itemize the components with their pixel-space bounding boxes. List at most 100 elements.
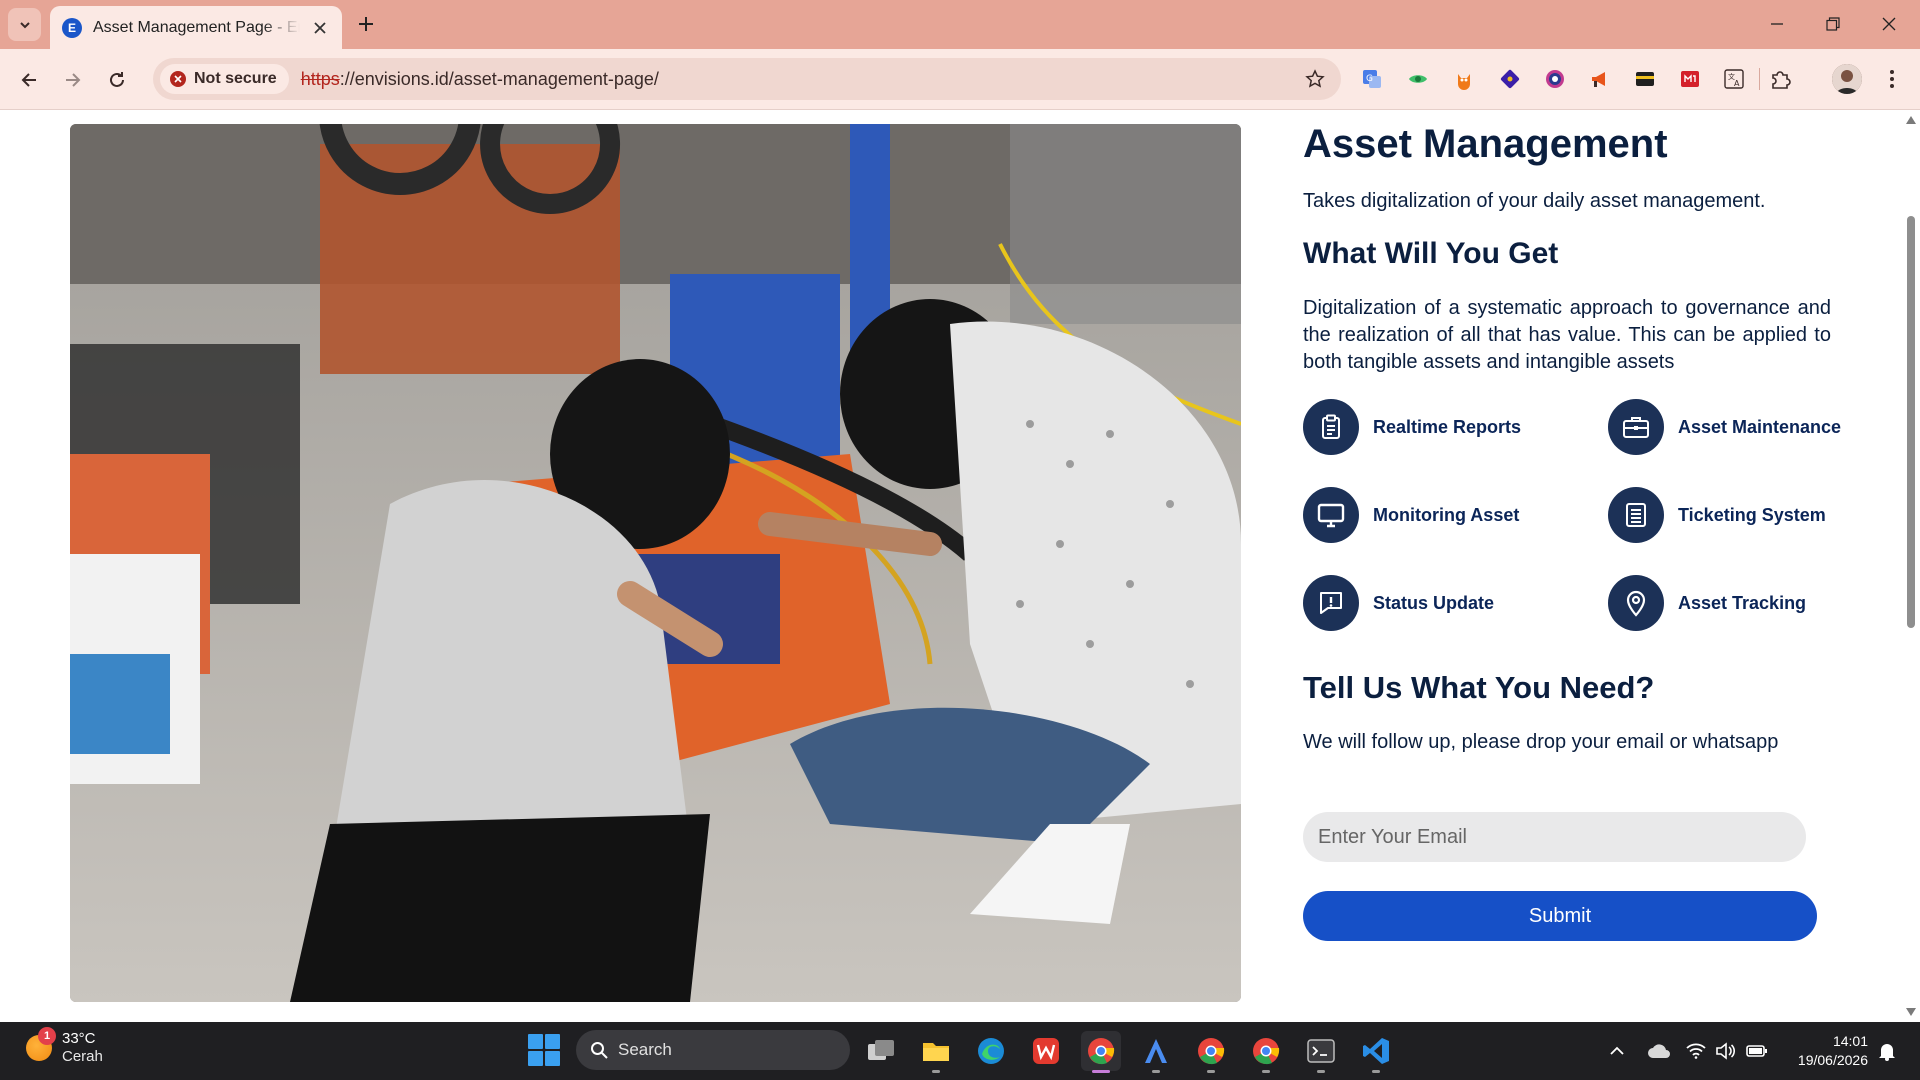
chevron-down-icon [19, 21, 30, 28]
translate-page-icon[interactable]: 文A [1720, 65, 1748, 93]
editor-taskbar-button[interactable] [1136, 1031, 1176, 1073]
page-viewport: Asset Management Takes digitalization of… [0, 110, 1920, 1022]
more-vertical-icon [1890, 70, 1894, 88]
page-lead: Takes digitalization of your daily asset… [1303, 190, 1766, 212]
reload-button[interactable] [100, 63, 134, 97]
browser-tab-bar: E Asset Management Page - Envisions [0, 0, 1920, 49]
extensions-puzzle-icon[interactable] [1766, 65, 1794, 93]
windows-taskbar: 1 33°C Cerah Search 14:01 19/06/2026 [0, 1022, 1920, 1080]
browser-tab-active[interactable]: E Asset Management Page - Envisions [50, 6, 342, 49]
notifications-bell-icon[interactable] [1876, 1040, 1898, 1062]
svg-text:A: A [1734, 79, 1740, 88]
message-alert-icon [1303, 575, 1359, 631]
reader-extension-icon[interactable] [1676, 65, 1704, 93]
scroll-down-arrow-icon[interactable] [1905, 1006, 1917, 1018]
feature-label: Ticketing System [1678, 504, 1826, 525]
weather-widget[interactable]: 1 33°C Cerah [26, 1027, 103, 1066]
address-bar[interactable]: Not secure https://envisions.id/asset-ma… [153, 58, 1341, 100]
task-view-button[interactable] [861, 1031, 901, 1071]
cta-text: We will follow up, please drop your emai… [1303, 731, 1779, 753]
star-icon [1305, 69, 1325, 88]
submit-button[interactable]: Submit [1303, 891, 1817, 941]
eye-extension-icon[interactable] [1404, 65, 1432, 93]
onedrive-tray-icon[interactable] [1646, 1040, 1672, 1062]
terminal-taskbar-button[interactable] [1301, 1031, 1341, 1073]
site-favicon-icon: E [62, 17, 82, 38]
megaphone-extension-icon[interactable] [1586, 65, 1614, 93]
chrome-icon [1088, 1038, 1115, 1065]
profile-avatar[interactable] [1832, 64, 1862, 94]
scroll-up-arrow-icon[interactable] [1905, 114, 1917, 126]
feature-ticketing-system: Ticketing System [1608, 487, 1826, 543]
feature-label: Realtime Reports [1373, 416, 1522, 437]
minimize-icon [1771, 23, 1783, 25]
folder-icon [923, 1043, 949, 1061]
url-path: ://envisions.id/asset-management-page/ [339, 68, 659, 89]
scrollbar-thumb[interactable] [1907, 216, 1915, 628]
bookmark-button[interactable] [1303, 67, 1327, 91]
section-title-benefits: What Will You Get [1303, 237, 1559, 270]
clock-date: 19/06/2026 [1797, 1052, 1868, 1068]
vscode-taskbar-button[interactable] [1356, 1031, 1396, 1073]
diamond-extension-icon[interactable] [1496, 65, 1524, 93]
wifi-tray-icon[interactable] [1685, 1040, 1707, 1062]
weather-notification-badge: 1 [38, 1027, 56, 1045]
start-button[interactable] [528, 1034, 560, 1066]
card-extension-icon[interactable] [1631, 65, 1659, 93]
search-label: Search [618, 1040, 672, 1059]
plus-icon [359, 17, 373, 31]
feature-label: Status Update [1373, 592, 1495, 613]
close-window-button[interactable] [1868, 8, 1910, 40]
hero-photo-technicians-repairing-machine [70, 124, 1241, 1002]
chrome-taskbar-button-active[interactable] [1081, 1031, 1121, 1073]
site-info-button[interactable]: Not secure [160, 64, 289, 94]
reload-icon [110, 72, 124, 87]
translate-extension-icon[interactable]: G [1358, 65, 1386, 93]
edge-browser-icon [978, 1038, 1004, 1064]
forward-button[interactable] [56, 63, 90, 97]
tab-close-button[interactable] [310, 18, 330, 38]
cta-title: Tell Us What You Need? [1303, 670, 1655, 705]
battery-tray-icon[interactable] [1745, 1040, 1769, 1062]
chrome-icon [1198, 1038, 1225, 1065]
taskbar-clock[interactable]: 14:01 19/06/2026 [1788, 1032, 1868, 1070]
new-tab-button[interactable] [352, 10, 380, 38]
clock-time: 14:01 [1832, 1033, 1868, 1049]
arrow-right-icon [66, 73, 81, 87]
weather-temperature: 33°C [62, 1030, 96, 1047]
feature-label: Monitoring Asset [1373, 504, 1520, 525]
restore-icon [1826, 17, 1840, 31]
wps-office-taskbar-button[interactable] [1026, 1031, 1066, 1071]
taskbar-search[interactable]: Search [576, 1030, 850, 1070]
feature-label: Asset Maintenance [1678, 416, 1842, 437]
terminal-icon [1307, 1039, 1335, 1063]
chrome-profile-2-taskbar-button[interactable] [1191, 1031, 1231, 1073]
circle-extension-icon[interactable] [1541, 65, 1569, 93]
show-hidden-icons-button[interactable] [1606, 1040, 1628, 1062]
tab-title: Asset Management Page - Envisions [93, 18, 300, 36]
page-scrollbar[interactable] [1902, 110, 1920, 1022]
owl-extension-icon[interactable] [1450, 65, 1478, 93]
restore-window-button[interactable] [1812, 8, 1854, 40]
monitor-icon [1303, 487, 1359, 543]
email-input[interactable] [1303, 812, 1806, 862]
edge-taskbar-button[interactable] [971, 1031, 1011, 1071]
clipboard-icon [1303, 399, 1359, 455]
back-button[interactable] [12, 63, 46, 97]
briefcase-icon [1608, 399, 1664, 455]
weather-condition: Cerah [62, 1048, 103, 1065]
map-pin-icon [1608, 575, 1664, 631]
tab-search-button[interactable] [8, 8, 41, 41]
chrome-profile-3-taskbar-button[interactable] [1246, 1031, 1286, 1073]
sun-icon: 1 [26, 1027, 56, 1061]
arrow-left-icon [21, 73, 36, 87]
chrome-icon [1253, 1038, 1280, 1065]
file-explorer-taskbar-button[interactable] [916, 1031, 956, 1073]
list-icon [1608, 487, 1664, 543]
security-label: Not secure [194, 70, 277, 87]
volume-tray-icon[interactable] [1714, 1040, 1736, 1062]
more-menu-button[interactable] [1878, 65, 1906, 93]
minimize-window-button[interactable] [1756, 8, 1798, 40]
url-text[interactable]: https://envisions.id/asset-management-pa… [301, 69, 659, 90]
feature-asset-maintenance: Asset Maintenance [1608, 399, 1841, 455]
